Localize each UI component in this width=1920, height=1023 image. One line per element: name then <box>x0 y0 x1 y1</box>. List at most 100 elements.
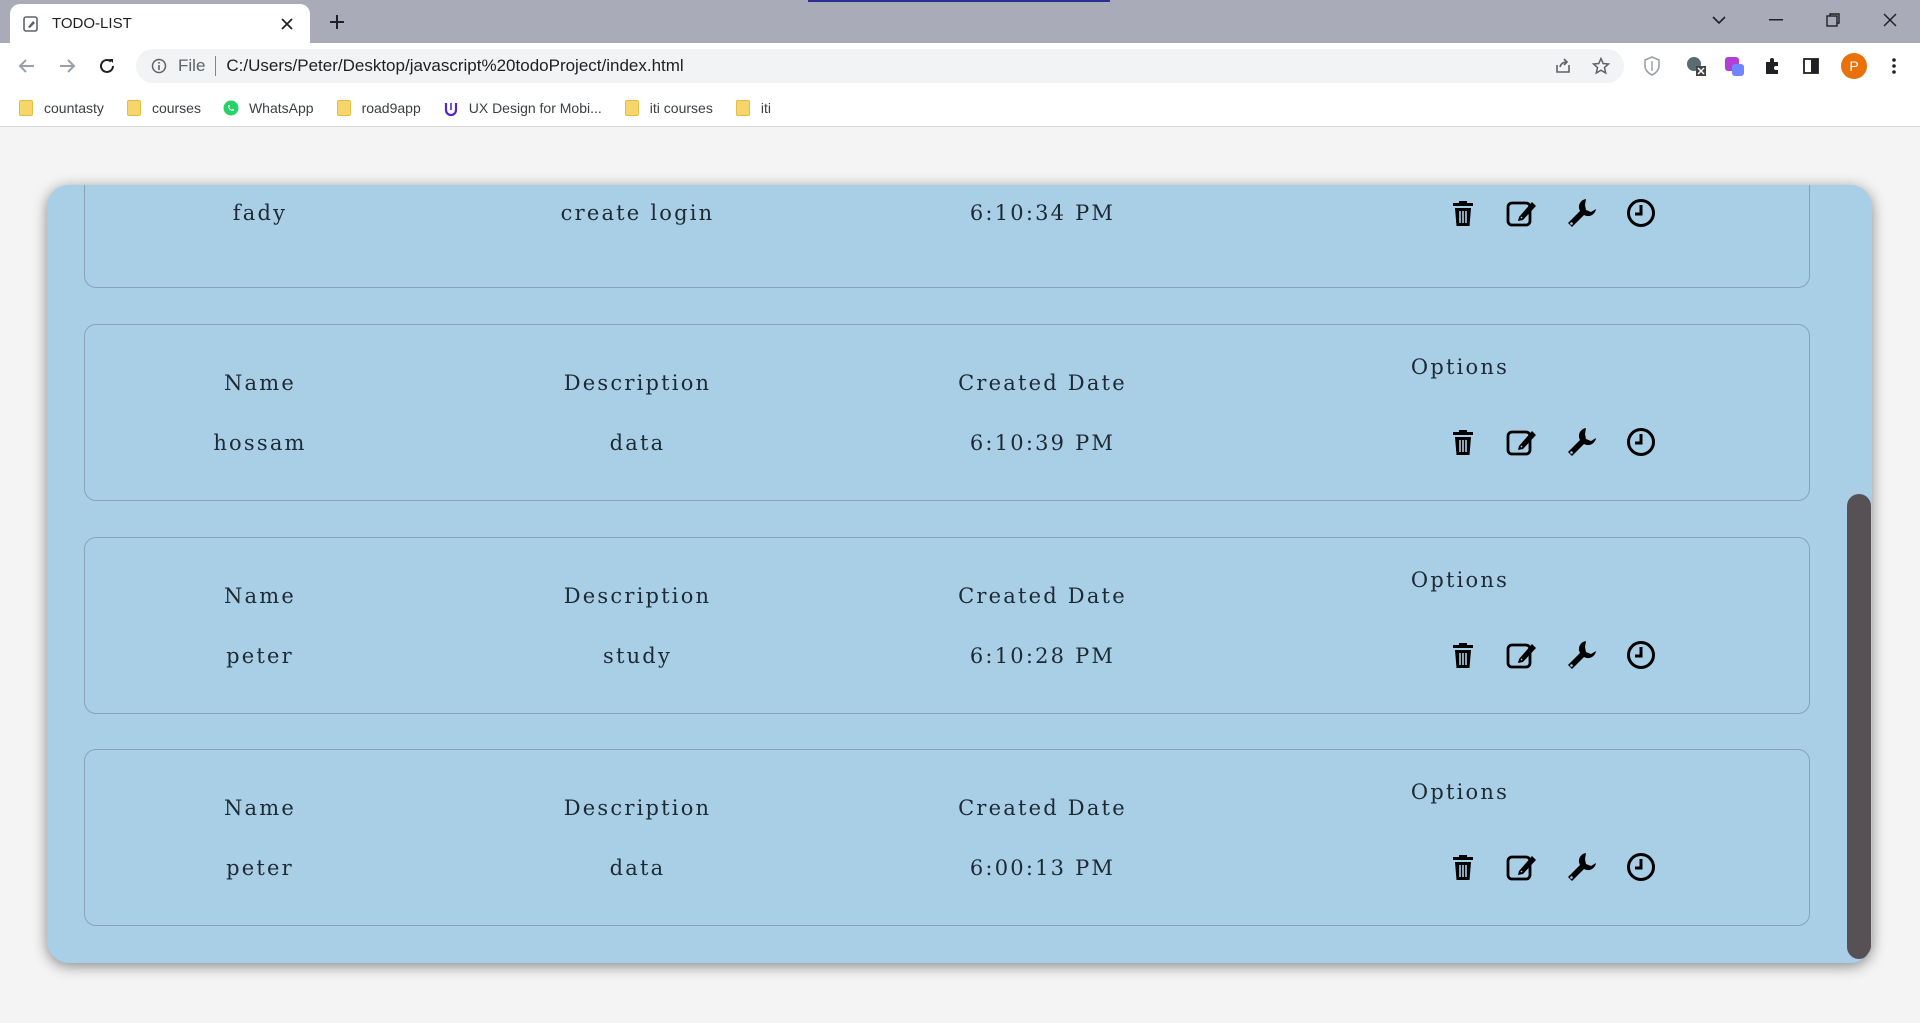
shield-extension-icon[interactable] <box>1638 52 1666 80</box>
trash-icon[interactable] <box>1447 639 1479 671</box>
clock-icon[interactable] <box>1625 426 1657 458</box>
new-tab-button[interactable] <box>323 8 351 36</box>
todo-description: data <box>609 856 666 880</box>
header-description: Description <box>563 796 712 820</box>
todo-created-date: 6:10:39 PM <box>969 431 1116 455</box>
trash-icon[interactable] <box>1447 851 1479 883</box>
header-created-date: Created Date <box>958 584 1127 608</box>
omnibox-divider <box>215 56 217 76</box>
bookmark-label: iti courses <box>649 99 713 116</box>
url-text[interactable]: C:/Users/Peter/Desktop/javascript%20todo… <box>226 56 1548 76</box>
todo-created-date: 6:00:13 PM <box>969 856 1116 880</box>
folder-icon <box>735 99 751 116</box>
udemy-icon <box>443 100 459 116</box>
wrench-icon[interactable] <box>1566 197 1598 229</box>
color-extension-icon[interactable] <box>1720 52 1748 80</box>
trash-icon[interactable] <box>1447 426 1479 458</box>
edit-icon[interactable] <box>1506 639 1538 671</box>
header-options: Options <box>1410 780 1510 804</box>
header-name: Name <box>223 796 297 820</box>
restore-icon[interactable] <box>1813 6 1853 34</box>
tab-strip-accent <box>808 0 1110 2</box>
todo-created-date: 6:10:34 PM <box>969 201 1116 225</box>
bookmark-label: UX Design for Mobi... <box>468 99 602 116</box>
extensions-puzzle-icon[interactable] <box>1758 52 1786 80</box>
bookmark-whatsapp[interactable]: WhatsApp <box>223 100 314 116</box>
folder-icon <box>336 99 352 116</box>
bookmark-countasty[interactable]: countasty <box>18 99 104 116</box>
side-panel-icon[interactable] <box>1797 52 1825 80</box>
folder-icon <box>624 99 640 116</box>
header-created-date: Created Date <box>958 796 1127 820</box>
bookmark-ux-design[interactable]: UX Design for Mobi... <box>443 100 602 116</box>
bookmark-courses[interactable]: courses <box>126 99 201 116</box>
bookmarks-bar: countasty courses WhatsApp road9app UX D… <box>0 89 1920 127</box>
scrollbar-thumb[interactable] <box>1847 494 1871 959</box>
todo-card: Name Description Created Date Options pe… <box>84 537 1810 714</box>
edit-icon[interactable] <box>1506 426 1538 458</box>
minimize-icon[interactable] <box>1756 6 1796 34</box>
forward-icon[interactable] <box>53 52 81 80</box>
bookmark-label: WhatsApp <box>248 99 314 116</box>
tab-todo-list[interactable]: TODO-LIST <box>10 4 310 43</box>
todo-name: peter <box>226 856 294 880</box>
header-description: Description <box>563 371 712 395</box>
todo-options <box>1447 850 1657 884</box>
todo-name: hossam <box>213 431 307 455</box>
share-icon[interactable] <box>1548 51 1578 81</box>
page-favicon-icon <box>22 15 40 33</box>
edit-icon[interactable] <box>1506 851 1538 883</box>
bookmark-iti[interactable]: iti <box>735 99 771 116</box>
todo-card: Name Description Created Date Options pe… <box>84 749 1810 926</box>
whatsapp-icon <box>223 100 239 116</box>
todo-list-container: fady create login 6:10:34 PM Name Descri… <box>47 185 1872 963</box>
trash-icon[interactable] <box>1447 197 1479 229</box>
wrench-icon[interactable] <box>1566 639 1598 671</box>
clock-icon[interactable] <box>1625 851 1657 883</box>
todo-options <box>1447 425 1657 459</box>
folder-icon <box>18 99 34 116</box>
bookmark-label: courses <box>151 99 201 116</box>
tab-close-icon[interactable] <box>276 13 298 35</box>
back-icon[interactable] <box>13 52 41 80</box>
excel-extension-icon[interactable] <box>1682 52 1710 80</box>
wrench-icon[interactable] <box>1566 851 1598 883</box>
browser-menu-icon[interactable] <box>1880 52 1908 80</box>
profile-avatar[interactable]: P <box>1841 53 1867 79</box>
tab-search-icon[interactable] <box>1699 6 1739 34</box>
todo-card: fady create login 6:10:34 PM <box>84 185 1810 288</box>
reload-icon[interactable] <box>93 52 121 80</box>
bookmark-star-icon[interactable] <box>1586 51 1616 81</box>
browser-toolbar: File C:/Users/Peter/Desktop/javascript%2… <box>0 43 1920 89</box>
tab-strip: TODO-LIST <box>0 0 1920 43</box>
header-description: Description <box>563 584 712 608</box>
todo-created-date: 6:10:28 PM <box>969 644 1116 668</box>
header-options: Options <box>1410 568 1510 592</box>
bookmark-label: countasty <box>44 99 104 116</box>
todo-options <box>1447 196 1657 230</box>
todo-options <box>1447 638 1657 672</box>
todo-name: peter <box>226 644 294 668</box>
bookmark-road9app[interactable]: road9app <box>336 99 421 116</box>
todo-list-scroll-area[interactable]: fady create login 6:10:34 PM Name Descri… <box>47 185 1847 963</box>
window-close-icon[interactable] <box>1870 6 1910 34</box>
url-scheme-label: File <box>178 56 206 75</box>
bookmark-label: road9app <box>361 99 421 116</box>
todo-description: data <box>609 431 666 455</box>
header-created-date: Created Date <box>958 371 1127 395</box>
todo-description: study <box>602 644 673 668</box>
todo-description: create login <box>560 201 715 225</box>
bookmark-iti-courses[interactable]: iti courses <box>624 99 713 116</box>
scrollbar-track[interactable] <box>1847 185 1872 963</box>
edit-icon[interactable] <box>1506 197 1538 229</box>
header-name: Name <box>223 371 297 395</box>
tab-title: TODO-LIST <box>52 15 132 32</box>
address-bar[interactable]: File C:/Users/Peter/Desktop/javascript%2… <box>136 49 1624 83</box>
clock-icon[interactable] <box>1625 639 1657 671</box>
wrench-icon[interactable] <box>1566 426 1598 458</box>
todo-name: fady <box>232 201 288 225</box>
site-info-icon[interactable] <box>150 57 168 75</box>
todo-card: Name Description Created Date Options ho… <box>84 324 1810 501</box>
clock-icon[interactable] <box>1625 197 1657 229</box>
header-name: Name <box>223 584 297 608</box>
